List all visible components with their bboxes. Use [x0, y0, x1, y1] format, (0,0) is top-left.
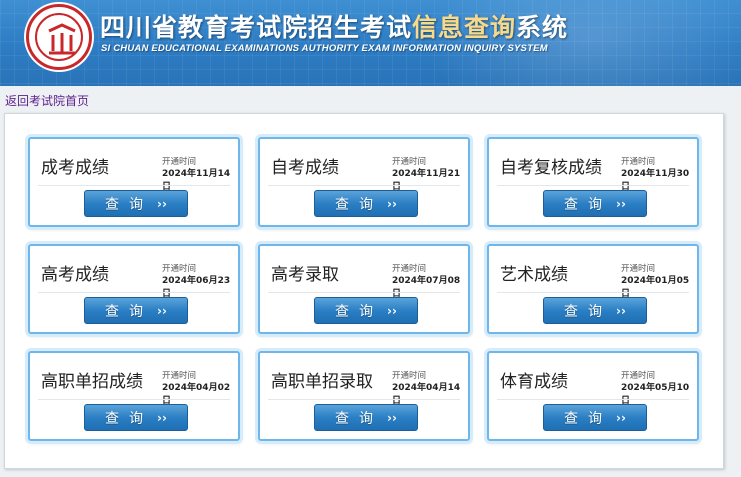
- query-panel: 成考成绩 开通时间 2024年11月14日 查询 ›› 自考成绩 开通时间 202…: [4, 113, 724, 469]
- card-title: 高考成绩: [41, 265, 109, 285]
- query-button[interactable]: 查询 ››: [84, 297, 188, 324]
- double-chevron-right-icon: ››: [387, 303, 397, 318]
- open-date: 2024年01月05日: [621, 276, 690, 299]
- card-sports-score: 体育成绩 开通时间 2024年05月10日 查询 ››: [487, 351, 699, 441]
- query-button[interactable]: 查询 ››: [543, 404, 647, 431]
- card-title: 高职单招录取: [271, 372, 373, 392]
- site-header: 四川省教育考试院招生考试信息查询系统 SI CHUAN EDUCATIONAL …: [0, 0, 741, 86]
- open-date: 2024年11月21日: [392, 169, 461, 192]
- card-vocational-single-score: 高职单招成绩 开通时间 2024年04月02日 查询 ››: [28, 351, 240, 441]
- query-button[interactable]: 查询 ››: [84, 404, 188, 431]
- double-chevron-right-icon: ››: [157, 196, 167, 211]
- double-chevron-right-icon: ››: [616, 196, 626, 211]
- double-chevron-right-icon: ››: [157, 303, 167, 318]
- open-date: 2024年11月14日: [162, 169, 231, 192]
- open-date: 2024年07月08日: [392, 276, 461, 299]
- query-button[interactable]: 查询 ››: [314, 404, 418, 431]
- open-date: 2024年04月02日: [162, 383, 231, 406]
- card-title: 体育成绩: [500, 372, 568, 392]
- back-to-homepage-link[interactable]: 返回考试院首页: [5, 92, 89, 109]
- card-title: 自考成绩: [271, 158, 339, 178]
- query-button[interactable]: 查询 ››: [543, 297, 647, 324]
- double-chevron-right-icon: ››: [616, 303, 626, 318]
- query-button[interactable]: 查询 ››: [84, 190, 188, 217]
- card-title: 自考复核成绩: [500, 158, 602, 178]
- card-art-score: 艺术成绩 开通时间 2024年01月05日 查询 ››: [487, 244, 699, 334]
- double-chevron-right-icon: ››: [157, 410, 167, 425]
- open-date: 2024年05月10日: [621, 383, 690, 406]
- card-title: 艺术成绩: [500, 265, 568, 285]
- card-vocational-single-admission: 高职单招录取 开通时间 2024年04月14日 查询 ››: [258, 351, 470, 441]
- open-date: 2024年04月14日: [392, 383, 461, 406]
- card-self-study-score: 自考成绩 开通时间 2024年11月21日 查询 ››: [258, 137, 470, 227]
- open-date: 2024年11月30日: [621, 169, 690, 192]
- card-title: 高考录取: [271, 265, 339, 285]
- double-chevron-right-icon: ››: [616, 410, 626, 425]
- site-title: 四川省教育考试院招生考试信息查询系统: [100, 13, 569, 42]
- card-gaokao-admission: 高考录取 开通时间 2024年07月08日 查询 ››: [258, 244, 470, 334]
- institution-seal-logo: [26, 4, 92, 70]
- double-chevron-right-icon: ››: [387, 196, 397, 211]
- site-subtitle: SI CHUAN EDUCATIONAL EXAMINATIONS AUTHOR…: [101, 43, 548, 54]
- card-self-study-review-score: 自考复核成绩 开通时间 2024年11月30日 查询 ››: [487, 137, 699, 227]
- card-gaokao-score: 高考成绩 开通时间 2024年06月23日 查询 ››: [28, 244, 240, 334]
- card-title: 成考成绩: [41, 158, 109, 178]
- card-adult-exam-score: 成考成绩 开通时间 2024年11月14日 查询 ››: [28, 137, 240, 227]
- query-button[interactable]: 查询 ››: [314, 297, 418, 324]
- card-title: 高职单招成绩: [41, 372, 143, 392]
- query-button[interactable]: 查询 ››: [543, 190, 647, 217]
- double-chevron-right-icon: ››: [387, 410, 397, 425]
- open-date: 2024年06月23日: [162, 276, 231, 299]
- query-button[interactable]: 查询 ››: [314, 190, 418, 217]
